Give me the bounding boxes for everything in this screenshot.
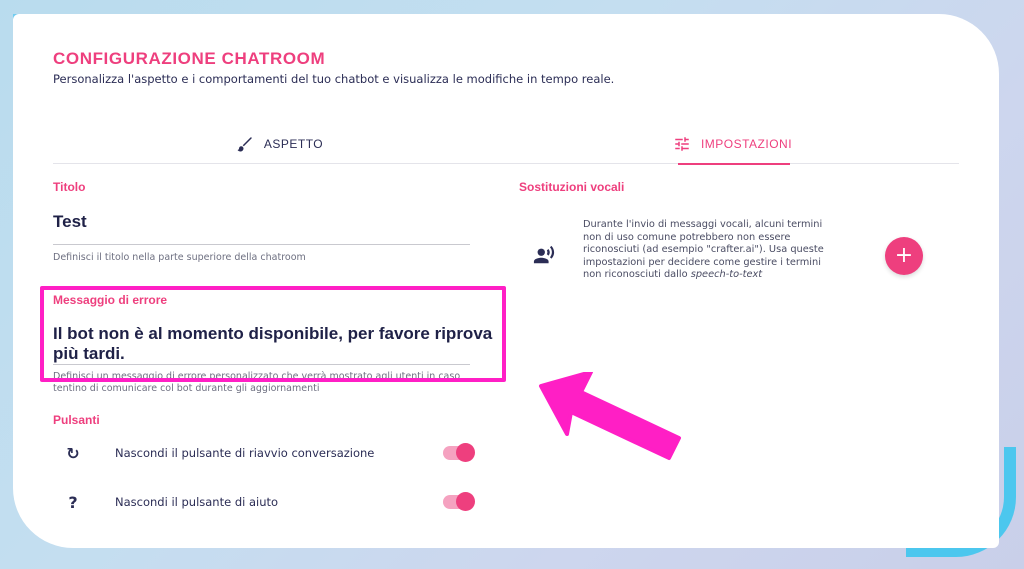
help-icon: ? (68, 492, 78, 512)
title-field-input[interactable]: Test (53, 212, 87, 232)
tab-impostazioni[interactable]: IMPOSTAZIONI (506, 124, 959, 165)
title-field-underline (53, 244, 470, 245)
add-substitution-button[interactable]: + (885, 237, 923, 275)
brush-icon (237, 137, 252, 152)
highlight-box (40, 286, 506, 382)
tab-bar: ASPETTO IMPOSTAZIONI (53, 124, 959, 165)
restart-toggle[interactable] (443, 443, 475, 462)
annotation-arrow-icon (539, 372, 681, 460)
restart-button-setting: ↻ Nascondi il pulsante di riavvio conver… (53, 438, 475, 468)
restart-setting-label: Nascondi il pulsante di riavvio conversa… (115, 446, 375, 460)
tab-aspetto[interactable]: ASPETTO (53, 124, 506, 164)
page-title: CONFIGURAZIONE CHATROOM (53, 49, 326, 68)
help-button-setting: ? Nascondi il pulsante di aiuto (53, 487, 475, 517)
tab-impostazioni-label: IMPOSTAZIONI (700, 137, 793, 151)
help-setting-label: Nascondi il pulsante di aiuto (115, 495, 279, 509)
voice-section-label: Sostituzioni vocali (519, 180, 625, 194)
voice-description-emphasis: speech-to-text (690, 269, 763, 280)
help-toggle[interactable] (443, 492, 475, 511)
title-field-label: Titolo (53, 180, 86, 194)
restart-icon: ↻ (66, 443, 80, 463)
voice-section-description: Durante l'invio di messaggi vocali, alcu… (583, 219, 828, 282)
buttons-section-label: Pulsanti (53, 413, 100, 427)
tab-aspetto-label: ASPETTO (263, 137, 324, 151)
page-subtitle: Personalizza l'aspetto e i comportamenti… (53, 72, 615, 86)
sliders-icon (675, 137, 689, 151)
settings-card: CONFIGURAZIONE CHATROOM Personalizza l'a… (13, 14, 999, 548)
title-field-hint: Definisci il titolo nella parte superior… (53, 252, 306, 263)
voice-icon (533, 245, 555, 264)
